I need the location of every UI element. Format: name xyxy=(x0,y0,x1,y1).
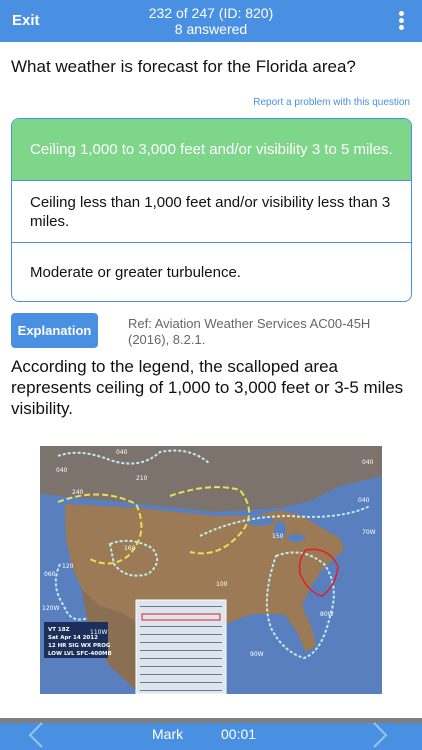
map-label-70w: 70W xyxy=(362,529,376,536)
report-problem-link[interactable]: Report a problem with this question xyxy=(253,97,410,108)
question-text: What weather is forecast for the Florida… xyxy=(11,57,356,76)
map-label-120w: 120W xyxy=(42,605,59,612)
answer-option-1[interactable]: Ceiling 1,000 to 3,000 feet and/or visib… xyxy=(12,119,411,181)
map-label-040d: 040 xyxy=(362,459,374,466)
bottom-bar-shade xyxy=(0,718,422,723)
mark-button[interactable]: Mark xyxy=(152,726,183,742)
map-label-110w: 110W xyxy=(90,629,107,636)
map-label-80w: 80W xyxy=(320,611,334,618)
answer-option-3[interactable]: Moderate or greater turbulence. xyxy=(12,243,411,301)
answered-count: 8 answered xyxy=(174,21,248,37)
map-label-150: 150 xyxy=(272,533,284,540)
question-position: 232 of 247 (ID: 820) xyxy=(148,5,274,21)
reference-text: Ref: Aviation Weather Services AC00-45H … xyxy=(128,316,371,347)
chevron-right-icon[interactable] xyxy=(368,720,392,750)
chart-box-line-1: VT 18Z xyxy=(48,627,70,633)
weather-prog-chart-image: VT 18Z Sat Apr 14 2012 12 HR SIG WX PROG… xyxy=(40,446,382,694)
answer-option-2[interactable]: Ceiling less than 1,000 feet and/or visi… xyxy=(12,181,411,243)
map-label-120: 120 xyxy=(62,563,74,570)
map-label-040c: 040 xyxy=(358,497,370,504)
map-label-240: 240 xyxy=(72,489,84,496)
map-label-160: 160 xyxy=(124,545,136,552)
map-label-210: 210 xyxy=(136,475,148,482)
chart-box-line-4: LOW LVL SFC-400MB xyxy=(48,651,112,657)
question-counter: 232 of 247 (ID: 820) 8 answered xyxy=(0,5,422,37)
top-bar: Exit 232 of 247 (ID: 820) 8 answered xyxy=(0,0,422,42)
map-label-040a: 040 xyxy=(116,449,128,456)
map-label-100: 100 xyxy=(216,581,228,588)
chart-box-line-3: 12 HR SIG WX PROG xyxy=(48,643,111,649)
more-vertical-icon[interactable] xyxy=(394,9,408,33)
timer: 00:01 xyxy=(221,726,257,742)
chevron-left-icon[interactable] xyxy=(24,720,48,750)
explanation-text: According to the legend, the scalloped a… xyxy=(11,357,404,418)
answer-list: Ceiling 1,000 to 3,000 feet and/or visib… xyxy=(11,118,412,302)
explanation-button[interactable]: Explanation xyxy=(11,313,98,348)
map-label-040b: 040 xyxy=(56,467,68,474)
map-label-060: 060 xyxy=(44,571,56,578)
bottom-bar: Mark 00:01 xyxy=(0,718,422,750)
map-label-90w: 90W xyxy=(250,651,264,658)
